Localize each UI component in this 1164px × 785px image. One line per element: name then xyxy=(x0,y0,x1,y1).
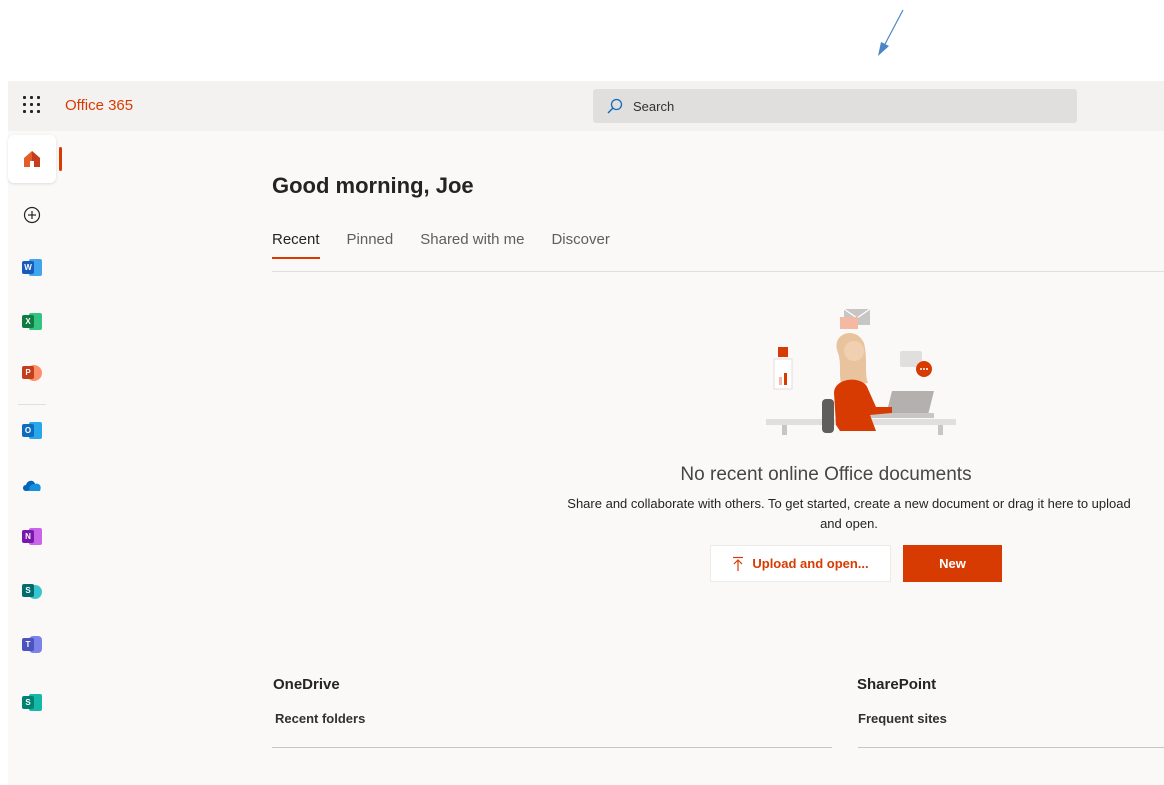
sharepoint-section-title: SharePoint xyxy=(857,676,937,693)
rail-item-teams[interactable]: T xyxy=(16,629,48,661)
search-icon xyxy=(607,98,623,114)
rail-item-excel[interactable]: X xyxy=(16,306,48,338)
screenshot: Office 365 Search W X P O N S T S Good m… xyxy=(0,0,1164,785)
upload-button-label: Upload and open... xyxy=(752,556,869,571)
new-document-button[interactable]: New xyxy=(903,545,1002,582)
home-icon xyxy=(24,151,40,167)
sway-icon: S xyxy=(22,694,42,712)
upload-and-open-button[interactable]: Upload and open... xyxy=(710,545,891,582)
rail-item-word[interactable]: W xyxy=(16,252,48,284)
rail-item-sway[interactable]: S xyxy=(16,687,48,719)
rail-item-home[interactable] xyxy=(8,135,62,183)
frequent-sites-heading: Frequent sites xyxy=(858,711,947,726)
search-input[interactable] xyxy=(633,89,1053,123)
page-title: Good morning, Joe xyxy=(272,173,474,198)
rail-item-powerpoint[interactable]: P xyxy=(16,357,48,389)
rail-item-onedrive[interactable] xyxy=(16,469,48,501)
outlook-icon: O xyxy=(22,422,42,440)
tab-pinned[interactable]: Pinned xyxy=(347,231,394,261)
main-body: W X P O N S T S Good morning, Joe Recent… xyxy=(8,131,1164,785)
sharepoint-icon: S xyxy=(22,582,42,600)
app-launcher-icon[interactable] xyxy=(22,95,42,115)
onedrive-icon xyxy=(23,480,41,491)
recent-folders-heading: Recent folders xyxy=(275,711,366,726)
search-box[interactable] xyxy=(593,89,1077,123)
tab-discover[interactable]: Discover xyxy=(551,231,609,261)
powerpoint-icon: P xyxy=(22,364,42,382)
word-icon: W xyxy=(22,259,42,277)
empty-state-description: Share and collaborate with others. To ge… xyxy=(567,496,1131,531)
empty-state-illustration-icon xyxy=(766,308,956,435)
annotation-arrow-icon xyxy=(878,9,904,56)
onenote-icon: N xyxy=(22,528,42,546)
excel-icon: X xyxy=(22,313,42,331)
teams-icon: T xyxy=(22,636,42,654)
rail-item-sharepoint[interactable]: S xyxy=(16,575,48,607)
office-365-brand-link[interactable]: Office 365 xyxy=(65,97,133,114)
tabs-divider xyxy=(272,271,1164,272)
rail-item-create[interactable] xyxy=(16,199,48,231)
top-header: Office 365 xyxy=(8,81,1164,131)
plus-circle-icon xyxy=(23,206,41,224)
onedrive-section-divider xyxy=(272,747,832,748)
document-tabs: Recent Pinned Shared with me Discover xyxy=(272,231,637,261)
upload-arrow-icon xyxy=(733,556,744,571)
tab-shared-with-me[interactable]: Shared with me xyxy=(420,231,524,261)
rail-item-outlook[interactable]: O xyxy=(16,415,48,447)
tab-recent[interactable]: Recent xyxy=(272,231,320,261)
rail-divider xyxy=(18,404,46,405)
empty-state-title: No recent online Office documents xyxy=(680,464,972,485)
onedrive-section-title: OneDrive xyxy=(273,676,340,693)
sharepoint-section-divider xyxy=(858,747,1164,748)
app-rail: W X P O N S T S xyxy=(8,131,62,785)
active-indicator xyxy=(59,147,62,171)
rail-item-onenote[interactable]: N xyxy=(16,521,48,553)
